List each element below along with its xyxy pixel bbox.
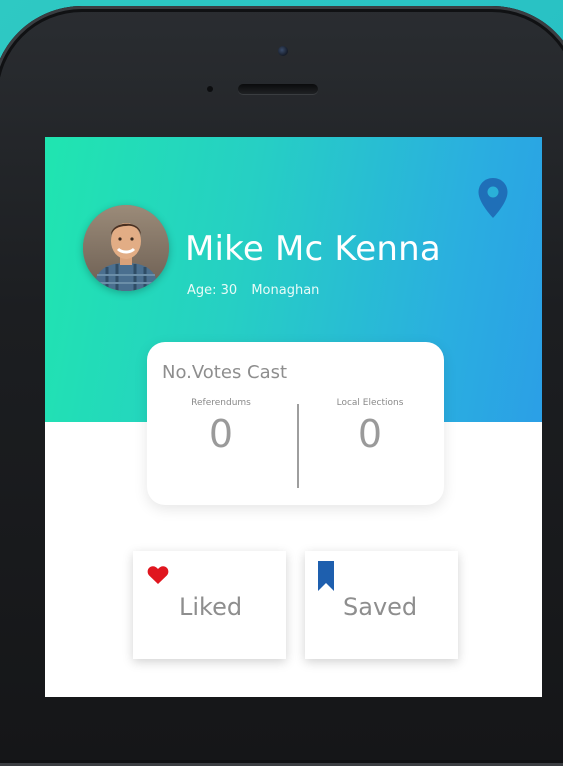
local-elections-label: Local Elections [336,398,404,408]
local-elections-value: 0 [357,412,383,456]
bookmark-icon [318,561,334,591]
saved-label: Saved [343,593,418,621]
referendums-stat: Referendums 0 [147,398,295,456]
front-camera [278,46,288,56]
user-meta: Age: 30 Monaghan [187,283,319,298]
app-screen: Mike Mc Kenna Age: 30 Monaghan No.Votes … [45,137,542,697]
local-elections-stat: Local Elections 0 [296,398,444,456]
votes-cast-card: No.Votes Cast Referendums 0 Local Electi… [147,342,444,505]
saved-button[interactable]: Saved [305,551,458,659]
votes-card-title: No.Votes Cast [162,362,288,383]
referendums-label: Referendums [191,398,251,408]
location-pin-icon[interactable] [477,177,509,219]
user-location: Monaghan [251,283,320,298]
liked-label: Liked [179,593,243,621]
proximity-sensor [207,86,213,92]
user-age: Age: 30 [187,283,238,298]
earpiece-speaker [238,84,318,94]
avatar-photo [83,205,169,291]
liked-button[interactable]: Liked [133,551,286,659]
avatar[interactable] [83,205,169,291]
user-name: Mike Mc Kenna [185,229,441,269]
referendums-value: 0 [208,412,234,456]
heart-icon [147,566,169,584]
